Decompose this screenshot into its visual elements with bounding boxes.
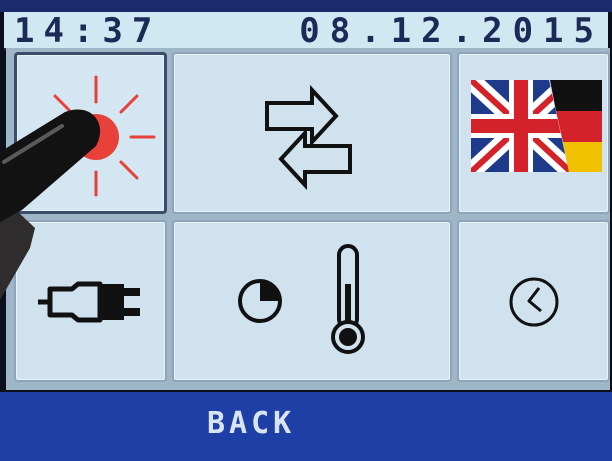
clock-button[interactable]: [457, 220, 610, 382]
data-transfer-button[interactable]: [172, 52, 452, 214]
plug-icon: [38, 281, 140, 323]
timer-temperature-button[interactable]: [172, 220, 452, 382]
status-bar: 14:37 08.12.2015: [4, 11, 608, 51]
language-button[interactable]: [457, 52, 610, 214]
menu-grid: [6, 48, 610, 390]
back-button[interactable]: BACK: [0, 392, 612, 461]
timer-thermometer-icon: [238, 244, 365, 354]
brightness-button[interactable]: [14, 52, 167, 214]
uk-germany-flag-icon: [471, 80, 602, 172]
power-button[interactable]: [14, 220, 167, 382]
sun-icon: [36, 75, 156, 197]
back-label: BACK: [207, 406, 296, 441]
clock-date: 08.12.2015: [299, 11, 604, 51]
clock-icon: [509, 277, 559, 327]
clock-time: 14:37: [14, 11, 162, 51]
swap-arrows-icon: [265, 84, 352, 191]
